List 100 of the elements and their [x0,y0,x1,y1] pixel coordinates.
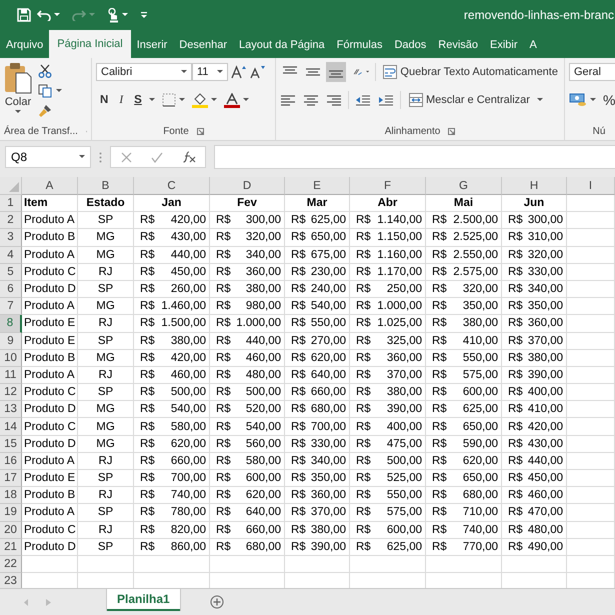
caret-icon[interactable] [210,98,217,102]
font-name-dropdown[interactable]: Calibri [96,63,192,81]
row-header[interactable]: 21 [0,538,22,556]
bold-button[interactable]: N [96,94,112,106]
table-cell: R$ 380,00 [210,280,285,298]
wrap-text-button[interactable]: Quebrar Texto Automaticamente [381,65,560,79]
paste-button[interactable]: Colar [4,62,32,122]
row-header[interactable]: 14 [0,418,22,436]
empty-cell [567,195,615,212]
row-header[interactable]: 23 [0,573,22,588]
ribbon-tab[interactable]: Layout da Página [233,32,331,58]
row-header[interactable]: 1 [0,195,22,212]
row-header[interactable]: 12 [0,384,22,402]
table-cell: R$ 650,00 [426,418,502,436]
row-header[interactable]: 17 [0,470,22,488]
row-header[interactable]: 18 [0,487,22,504]
row-header[interactable]: 9 [0,332,22,350]
ribbon-tab[interactable]: Revisão [432,32,484,58]
caret-icon[interactable] [178,98,185,102]
caret-icon[interactable] [122,13,128,17]
row-header[interactable]: 2 [0,212,22,230]
sheet-tab[interactable]: Planilha1 [107,589,180,611]
column-header[interactable]: I [567,177,615,195]
row-header[interactable]: 10 [0,350,22,367]
row-header[interactable]: 6 [0,280,22,298]
borders-icon[interactable] [162,93,176,107]
table-cell: Produto C [22,522,78,539]
italic-button[interactable]: I [115,94,128,106]
align-right-icon[interactable] [326,94,342,106]
column-header[interactable]: F [350,177,426,195]
column-header[interactable]: E [285,177,350,195]
row-header[interactable]: 11 [0,366,22,384]
increase-font-size-icon[interactable] [231,65,247,79]
font-color-icon[interactable] [224,92,240,108]
ribbon-tab[interactable]: Exibir [484,32,524,58]
align-center-icon[interactable] [303,94,319,106]
percent-style-button[interactable]: % [599,92,615,108]
vertical-align-button[interactable] [326,62,346,82]
row-header[interactable]: 3 [0,229,22,247]
column-header[interactable]: A [22,177,78,195]
caret-icon[interactable] [590,98,596,102]
row-header[interactable]: 13 [0,401,22,418]
customize-toolbar-icon[interactable] [140,11,148,19]
copy-icon[interactable] [38,84,52,98]
currency-format-icon[interactable] [569,93,587,107]
scissors-icon[interactable] [38,64,52,78]
touch-hand-icon[interactable] [107,8,119,22]
underline-button[interactable]: S [130,94,146,106]
caret-icon[interactable] [148,98,155,102]
row-header[interactable]: 4 [0,246,22,264]
ribbon-tab[interactable]: Inserir [130,32,174,58]
ribbon-tab[interactable]: Dados [388,32,432,58]
caret-icon [79,155,85,159]
table-cell: R$ 680,00 [285,401,350,418]
table-cell: R$ 380,00 [502,350,567,367]
enter-checkmark-icon[interactable] [150,152,162,162]
row-header[interactable]: 22 [0,556,22,574]
column-header[interactable]: H [502,177,567,195]
ribbon-tab[interactable]: A [524,32,543,58]
table-cell: R$ 270,00 [285,332,350,350]
formula-field[interactable] [214,145,615,169]
row-header[interactable]: 15 [0,436,22,453]
table-cell: R$ 430,00 [134,229,210,247]
align-left-icon[interactable] [280,94,296,106]
ribbon-tab[interactable]: Fórmulas [330,32,388,58]
save-icon[interactable] [17,8,31,22]
ribbon-tab[interactable]: Desenhar [173,32,233,58]
column-header[interactable]: B [78,177,134,195]
insert-function-icon[interactable] [182,151,196,163]
table-cell: R$ 1.140,00 [350,212,426,230]
increase-indent-icon[interactable] [378,94,394,106]
font-size-dropdown[interactable]: 11 [192,63,228,81]
add-sheet-icon[interactable] [210,595,224,609]
drag-handle-icon[interactable] [99,152,102,162]
number-format-dropdown[interactable]: Geral [569,63,615,81]
caret-icon[interactable] [242,98,249,102]
merge-center-button[interactable]: Mesclar e Centralizar [407,93,545,107]
column-header[interactable]: D [210,177,285,195]
table-cell: R$ 1.150,00 [350,229,426,247]
row-header[interactable]: 5 [0,264,22,281]
row-header[interactable]: 8 [0,315,22,332]
column-header[interactable]: G [426,177,502,195]
decrease-font-size-icon[interactable] [250,65,266,79]
column-header[interactable]: C [134,177,210,195]
row-header[interactable]: 7 [0,298,22,316]
fill-color-icon[interactable] [192,92,208,108]
ribbon-tab[interactable]: Página Inicial [49,30,131,58]
caret-icon[interactable] [56,89,62,93]
undo-icon[interactable] [37,9,51,21]
caret-icon[interactable] [366,70,369,74]
table-cell: R$ 470,00 [502,504,567,522]
ribbon-tab[interactable]: Arquivo [0,32,50,58]
row-header[interactable]: 20 [0,522,22,539]
format-painter-icon[interactable] [38,104,52,118]
name-box[interactable]: Q8 [5,146,91,168]
table-cell: Mar [285,195,350,212]
decrease-indent-icon[interactable] [355,94,371,106]
row-header[interactable]: 16 [0,452,22,470]
row-header[interactable]: 19 [0,504,22,522]
caret-icon[interactable] [54,13,60,17]
